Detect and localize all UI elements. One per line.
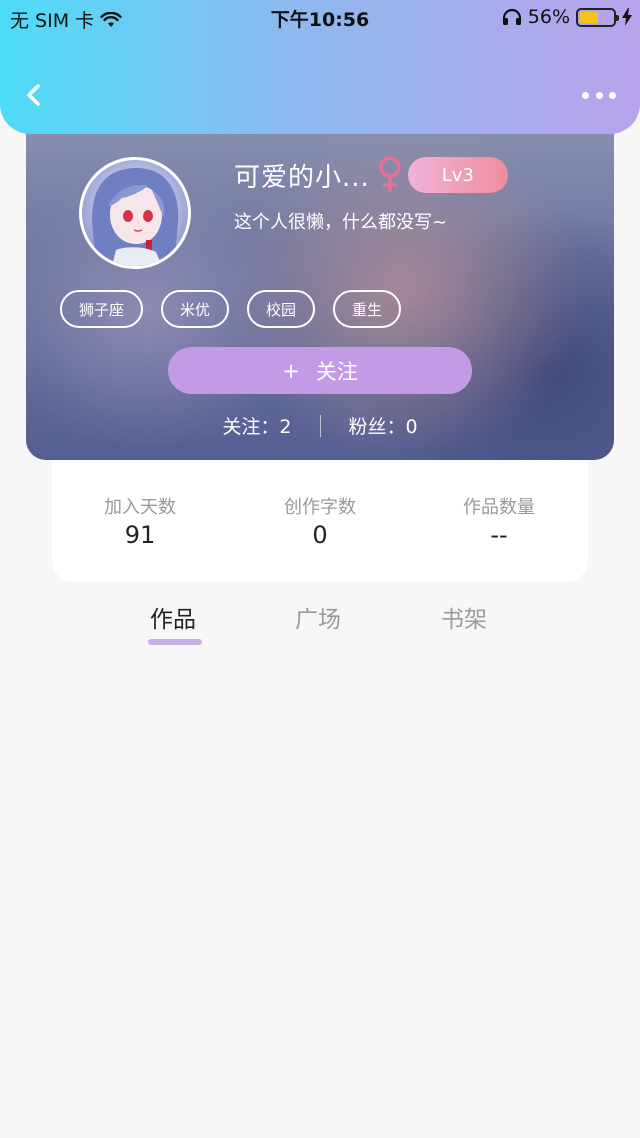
follow-button[interactable]: + 关注: [168, 347, 472, 394]
follow-button-label: 关注: [315, 359, 358, 384]
header-bar: 无 SIM 卡 下午10:56 56%: [0, 0, 640, 134]
battery-level: [580, 11, 598, 23]
followers-count: 0: [405, 416, 418, 438]
tab-square[interactable]: 广场: [295, 600, 341, 634]
battery-icon: [576, 7, 619, 27]
status-bar: 无 SIM 卡 下午10:56 56%: [0, 0, 640, 34]
following-label: 关注：: [222, 416, 280, 438]
bolt-icon: [622, 8, 632, 26]
followers-stat[interactable]: 粉丝：0: [349, 412, 418, 439]
stat-join-days: 加入天数 91: [80, 493, 200, 549]
stat-value: 91: [124, 521, 156, 549]
following-stat[interactable]: 关注：2: [222, 412, 291, 439]
headphones-icon: [502, 8, 521, 25]
more-button[interactable]: [582, 88, 616, 102]
stat-value: --: [490, 521, 508, 549]
tag-item[interactable]: 狮子座: [60, 290, 144, 328]
stat-label: 作品数量: [463, 497, 535, 518]
stat-word-count: 创作字数 0: [260, 493, 380, 549]
tag-item[interactable]: 校园: [247, 290, 316, 328]
divider: [319, 414, 321, 437]
profile-card: 可爱的小... Lv3 这个人很懒，什么都没写~ 狮子座 米优 校园 重生 + …: [26, 110, 614, 460]
nickname: 可爱的小...: [234, 162, 370, 193]
tab-indicator: [148, 639, 202, 645]
back-button[interactable]: [22, 80, 46, 110]
female-icon: [379, 156, 401, 192]
stat-label: 创作字数: [284, 497, 356, 518]
stats-card: 加入天数 91 创作字数 0 作品数量 --: [52, 440, 588, 582]
level-badge: Lv3: [407, 157, 508, 193]
tab-works[interactable]: 作品: [150, 600, 196, 634]
tab-bookshelf[interactable]: 书架: [441, 600, 487, 634]
more-dots-icon: [582, 91, 589, 99]
tab-bar: 作品 广场 书架: [0, 598, 640, 658]
follow-stats: 关注：2 粉丝：0: [26, 412, 614, 439]
plus-icon: +: [282, 358, 300, 383]
stat-works-count: 作品数量 --: [439, 493, 559, 549]
stat-value: 0: [312, 521, 328, 549]
battery-percent: 56%: [527, 6, 570, 28]
tag-item[interactable]: 米优: [161, 290, 230, 328]
tag-list: 狮子座 米优 校园 重生: [60, 290, 402, 328]
tag-item[interactable]: 重生: [333, 290, 402, 328]
followers-label: 粉丝：: [348, 416, 406, 438]
following-count: 2: [279, 416, 292, 438]
chevron-left-icon: [27, 84, 40, 106]
bio-text: 这个人很懒，什么都没写~: [234, 212, 448, 233]
avatar-illustration: [92, 168, 179, 266]
stat-label: 加入天数: [104, 497, 176, 518]
avatar[interactable]: [79, 157, 191, 269]
